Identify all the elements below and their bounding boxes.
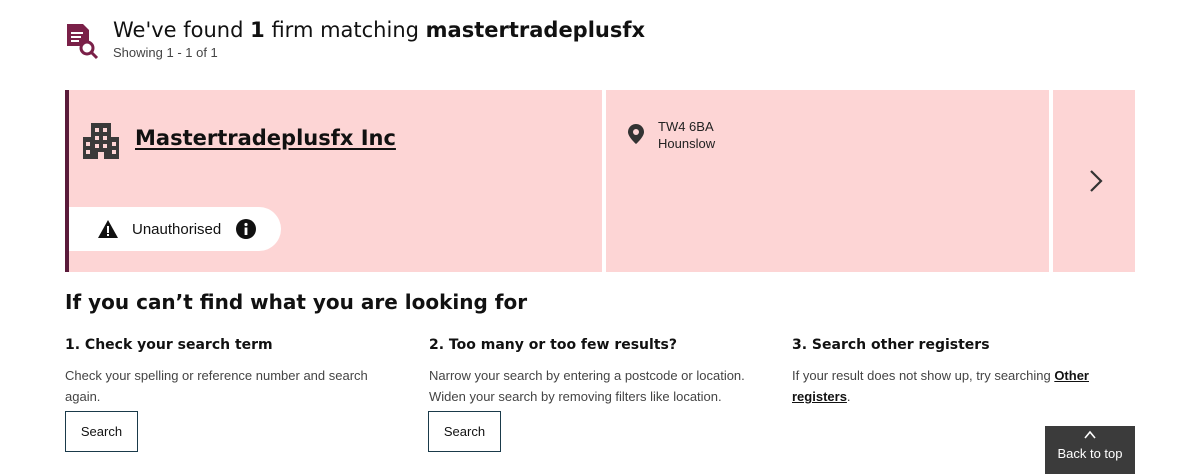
firm-card-main: Mastertradeplusfx Inc Unauthorised xyxy=(65,90,602,272)
firm-result-card[interactable]: Mastertradeplusfx Inc Unauthorised TW4 6… xyxy=(65,90,1135,272)
results-title: We've found 1 firm matching mastertradep… xyxy=(113,18,645,42)
warning-icon xyxy=(98,220,118,238)
building-icon xyxy=(83,123,119,159)
results-showing: Showing 1 - 1 of 1 xyxy=(113,45,218,60)
back-to-top-label: Back to top xyxy=(1057,446,1123,461)
search-button-2[interactable]: Search xyxy=(428,411,501,452)
help-col2-text: Narrow your search by entering a postcod… xyxy=(429,368,745,404)
firm-town: Hounslow xyxy=(658,136,716,151)
results-title-prefix: We've found xyxy=(113,18,244,42)
help-col3-heading: 3. Search other registers xyxy=(792,337,990,353)
help-too-many-results: 2. Too many or too few results? Narrow y… xyxy=(429,337,759,407)
firm-postcode: TW4 6BA xyxy=(658,119,714,134)
results-title-middle: firm matching xyxy=(271,18,419,42)
help-other-registers: 3. Search other registers If your result… xyxy=(792,337,1132,407)
info-icon[interactable] xyxy=(236,219,257,239)
search-query: mastertradeplusfx xyxy=(425,18,646,42)
firm-card-arrow[interactable] xyxy=(1053,90,1135,272)
help-col1-heading: 1. Check your search term xyxy=(65,337,273,353)
help-col3-text-after: . xyxy=(846,389,851,404)
chevron-right-icon xyxy=(1090,170,1103,192)
help-col3-text: If your result does not show up, try sea… xyxy=(792,365,1132,407)
status-badge: Unauthorised xyxy=(69,207,281,251)
location-pin-icon xyxy=(628,124,644,144)
results-header: We've found 1 firm matching mastertradep… xyxy=(65,18,645,60)
firm-name-link[interactable]: Mastertradeplusfx Inc xyxy=(135,126,396,150)
help-col3-text-before: If your result does not show up, try sea… xyxy=(792,368,1051,383)
help-title: If you can’t find what you are looking f… xyxy=(65,290,528,314)
status-label: Unauthorised xyxy=(132,220,222,238)
results-count: 1 xyxy=(250,18,265,42)
firm-card-location: TW4 6BA Hounslow xyxy=(606,90,1049,272)
help-check-search-term: 1. Check your search term Check your spe… xyxy=(65,337,395,407)
search-button[interactable]: Search xyxy=(65,411,138,452)
help-col1-text: Check your spelling or reference number … xyxy=(65,368,368,404)
back-to-top-button[interactable]: Back to top xyxy=(1045,426,1135,474)
document-search-icon xyxy=(67,24,99,60)
help-col2-heading: 2. Too many or too few results? xyxy=(429,337,677,353)
chevron-up-icon xyxy=(1084,430,1096,439)
